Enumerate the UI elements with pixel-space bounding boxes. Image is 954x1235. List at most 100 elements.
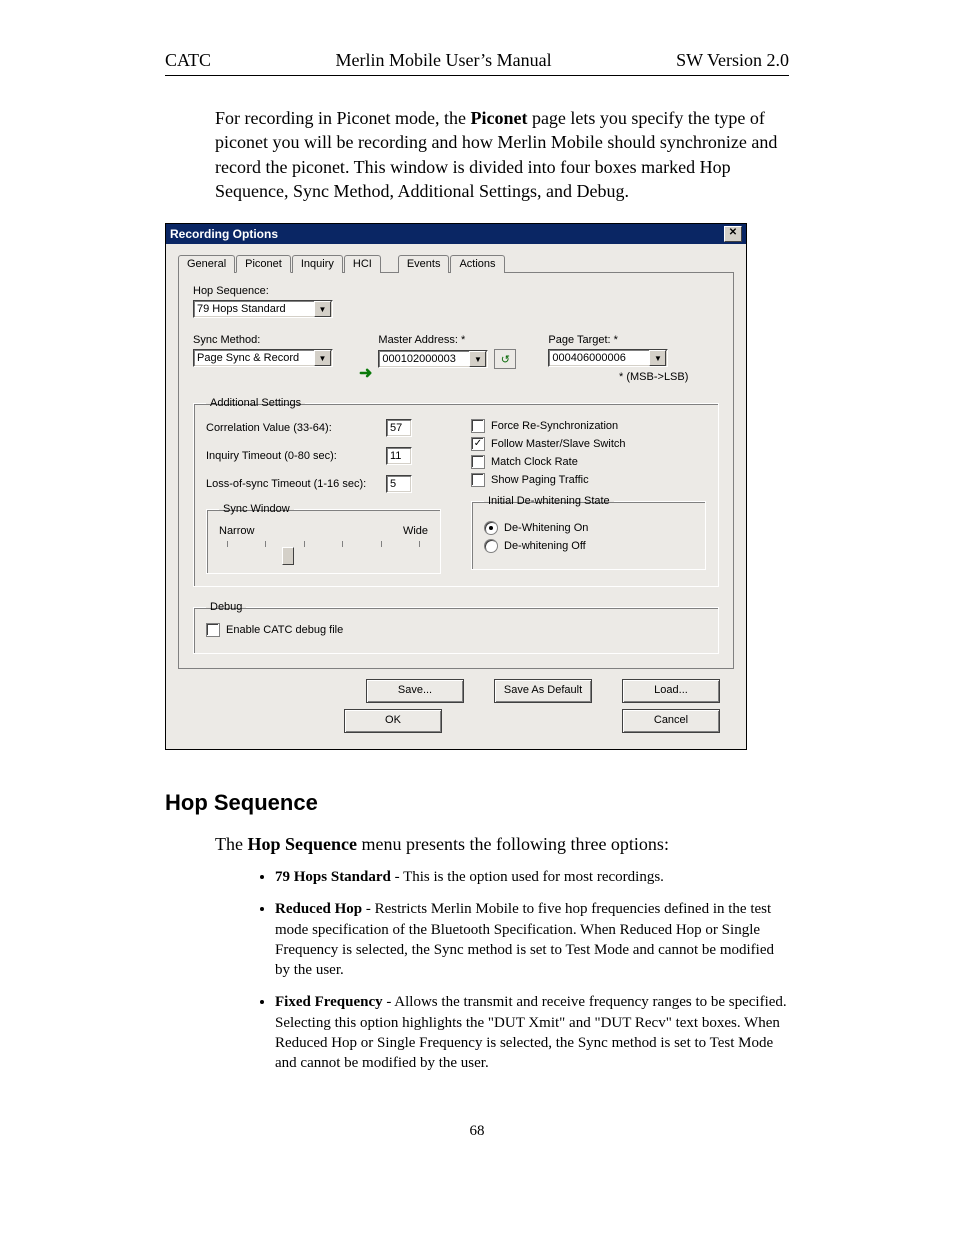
tab-actions[interactable]: Actions <box>450 255 504 273</box>
page-target-label: Page Target: * <box>548 334 688 346</box>
checkbox-icon <box>206 623 220 637</box>
match-clock-checkbox[interactable]: Match Clock Rate <box>471 455 706 469</box>
follow-switch-label: Follow Master/Slave Switch <box>491 438 626 450</box>
intro-paragraph: For recording in Piconet mode, the Picon… <box>215 106 789 203</box>
msb-lsb-note: * (MSB->LSB) <box>548 371 688 383</box>
list-item: 79 Hops Standard - This is the option us… <box>275 867 789 887</box>
tab-content-piconet: Hop Sequence: 79 Hops Standard ▼ Sync Me… <box>178 272 734 669</box>
force-resync-checkbox[interactable]: Force Re-Synchronization <box>471 419 706 433</box>
inquiry-timeout-label: Inquiry Timeout (0-80 sec): <box>206 450 386 462</box>
save-button[interactable]: Save... <box>366 679 464 703</box>
page-target-combo[interactable]: 000406000006 ▼ <box>548 349 668 367</box>
hop-sequence-combo[interactable]: 79 Hops Standard ▼ <box>193 300 333 318</box>
lead-post: menu presents the following three option… <box>357 834 669 854</box>
dewhitening-on-radio[interactable]: De-Whitening On <box>484 521 693 535</box>
los-timeout-label: Loss-of-sync Timeout (1-16 sec): <box>206 478 386 490</box>
sync-window-group: Sync Window Narrow Wide <box>206 503 441 574</box>
lead-bold: Hop Sequence <box>247 834 357 854</box>
header-center: Merlin Mobile User’s Manual <box>336 50 552 71</box>
swap-button[interactable]: ↺ <box>494 349 516 369</box>
ok-button[interactable]: OK <box>344 709 442 733</box>
save-default-button[interactable]: Save As Default <box>494 679 592 703</box>
checkbox-icon <box>471 473 485 487</box>
checkbox-icon <box>471 419 485 433</box>
hop-sequence-value: 79 Hops Standard <box>197 303 286 315</box>
tab-inquiry[interactable]: Inquiry <box>292 255 343 273</box>
dialog-button-row: Save... Save As Default Load... OK Cance… <box>178 669 734 737</box>
item-text: - This is the option used for most recor… <box>391 869 664 885</box>
sync-window-narrow: Narrow <box>219 525 254 537</box>
close-button[interactable]: ✕ <box>724 226 742 242</box>
options-list: 79 Hops Standard - This is the option us… <box>275 867 789 1073</box>
hop-sequence-label: Hop Sequence: <box>193 285 719 297</box>
swap-icon: ↺ <box>501 353 510 366</box>
force-resync-label: Force Re-Synchronization <box>491 420 618 432</box>
item-bold: 79 Hops Standard <box>275 869 391 885</box>
correlation-value: 57 <box>390 422 402 434</box>
sync-method-value: Page Sync & Record <box>197 352 299 364</box>
chevron-down-icon: ▼ <box>314 301 331 317</box>
debug-legend: Debug <box>206 601 246 613</box>
page-header: CATC Merlin Mobile User’s Manual SW Vers… <box>165 50 789 76</box>
dewhitening-off-radio[interactable]: De-whitening Off <box>484 539 693 553</box>
inquiry-timeout-input[interactable]: 11 <box>386 447 412 465</box>
inquiry-timeout-value: 11 <box>390 450 401 462</box>
debug-group: Debug Enable CATC debug file <box>193 601 719 654</box>
radio-icon <box>484 539 498 553</box>
header-left: CATC <box>165 50 211 71</box>
sync-window-wide: Wide <box>403 525 428 537</box>
section-lead: The Hop Sequence menu presents the follo… <box>215 834 789 855</box>
list-item: Fixed Frequency - Allows the transmit an… <box>275 992 789 1073</box>
item-bold: Fixed Frequency <box>275 994 383 1010</box>
dialog-title: Recording Options <box>170 227 278 241</box>
tab-hci[interactable]: HCI <box>344 255 381 273</box>
chevron-down-icon: ▼ <box>469 351 486 367</box>
dewhitening-off-label: De-whitening Off <box>504 540 586 552</box>
header-right: SW Version 2.0 <box>676 50 789 71</box>
sync-method-label: Sync Method: <box>193 334 353 346</box>
enable-debug-checkbox[interactable]: Enable CATC debug file <box>206 623 706 637</box>
dialog-titlebar: Recording Options ✕ <box>166 224 746 244</box>
los-timeout-value: 5 <box>390 478 396 490</box>
page-target-value: 000406000006 <box>552 352 625 364</box>
sync-method-combo[interactable]: Page Sync & Record ▼ <box>193 349 333 367</box>
radio-icon <box>484 521 498 535</box>
close-icon: ✕ <box>729 227 737 238</box>
enable-debug-label: Enable CATC debug file <box>226 624 343 636</box>
tab-general[interactable]: General <box>178 255 235 273</box>
los-timeout-input[interactable]: 5 <box>386 475 412 493</box>
dewhitening-legend: Initial De-whitening State <box>484 495 614 507</box>
follow-switch-checkbox[interactable]: ✓ Follow Master/Slave Switch <box>471 437 706 451</box>
dewhitening-group: Initial De-whitening State De-Whitening … <box>471 495 706 570</box>
checkbox-icon <box>471 455 485 469</box>
load-button[interactable]: Load... <box>622 679 720 703</box>
sync-window-legend: Sync Window <box>219 503 294 515</box>
chevron-down-icon: ▼ <box>314 350 331 366</box>
correlation-label: Correlation Value (33-64): <box>206 422 386 434</box>
sync-window-slider[interactable] <box>219 541 428 561</box>
cancel-button[interactable]: Cancel <box>622 709 720 733</box>
lead-pre: The <box>215 834 247 854</box>
section-title: Hop Sequence <box>165 790 789 816</box>
slider-thumb-icon <box>282 547 294 565</box>
tab-events[interactable]: Events <box>398 255 450 273</box>
dewhitening-on-label: De-Whitening On <box>504 522 588 534</box>
additional-settings-legend: Additional Settings <box>206 397 305 409</box>
correlation-input[interactable]: 57 <box>386 419 412 437</box>
item-bold: Reduced Hop <box>275 901 362 917</box>
match-clock-label: Match Clock Rate <box>491 456 578 468</box>
page-number: 68 <box>165 1123 789 1140</box>
chevron-down-icon: ▼ <box>649 350 666 366</box>
show-paging-checkbox[interactable]: Show Paging Traffic <box>471 473 706 487</box>
master-address-label: Master Address: * <box>378 334 528 346</box>
tab-piconet[interactable]: Piconet <box>236 255 291 273</box>
show-paging-label: Show Paging Traffic <box>491 474 589 486</box>
additional-settings-group: Additional Settings Correlation Value (3… <box>193 397 719 587</box>
list-item: Reduced Hop - Restricts Merlin Mobile to… <box>275 899 789 980</box>
arrow-right-icon: ➜ <box>359 363 372 383</box>
recording-options-dialog: Recording Options ✕ General Piconet Inqu… <box>165 223 747 750</box>
master-address-value: 000102000003 <box>382 353 455 365</box>
master-address-combo[interactable]: 000102000003 ▼ <box>378 350 488 368</box>
checkbox-icon: ✓ <box>471 437 485 451</box>
tab-bar: General Piconet Inquiry HCI Events Actio… <box>178 254 734 272</box>
